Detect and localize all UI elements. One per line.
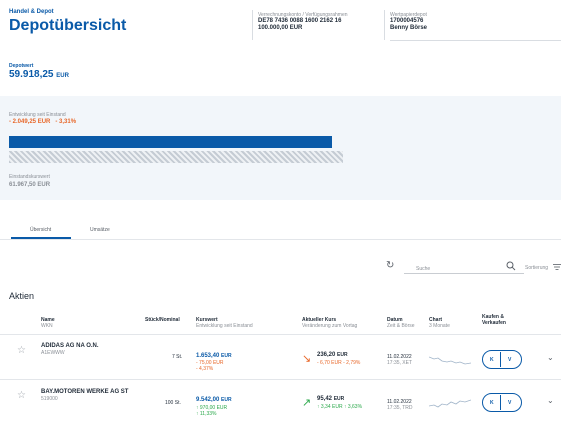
depot-number: 1700004576 bbox=[390, 18, 424, 24]
account-iban: DE78 7436 0088 1600 2162 16 bbox=[258, 18, 342, 24]
kurswert-currency: EUR bbox=[221, 353, 232, 359]
stock-wkn: 519000 bbox=[41, 396, 58, 402]
col-kurs: Aktueller Kurs Veränderung zum Vortag bbox=[302, 317, 357, 329]
kurs-currency: EUR bbox=[333, 396, 345, 402]
stock-wkn: A1EWWW bbox=[41, 350, 65, 356]
table-row[interactable]: ☆ ADIDAS AG NA O.N. A1EWWW 7 St. 1.653,4… bbox=[0, 335, 561, 379]
kurs-change: ↑ 3,34 EUR ↑ 3,63% bbox=[317, 404, 363, 410]
tab-uebersicht[interactable]: Übersicht bbox=[30, 227, 51, 233]
col-datum: Datum Zeit & Börse bbox=[387, 317, 415, 329]
account-amount: 100.000,00 EUR bbox=[258, 25, 303, 31]
stock-name[interactable]: BAY.MOTOREN WERKE AG ST bbox=[41, 389, 128, 396]
trade-divider bbox=[500, 395, 501, 410]
depot-info: Wertpapierdepot 1700004576 Benny Börse bbox=[390, 12, 427, 32]
search-input[interactable]: Suche bbox=[416, 266, 430, 272]
trend-up-icon: ↗ bbox=[302, 397, 312, 409]
entwicklung-abs: - 2.049,25 EUR bbox=[9, 119, 51, 125]
trend-down-icon: ↘ bbox=[302, 353, 312, 365]
col-verkaufen-title: Verkaufen bbox=[482, 320, 506, 326]
col-name-sub: WKN bbox=[41, 323, 53, 329]
header-kicker: Handel & Depot bbox=[9, 9, 54, 15]
depot-owner: Benny Börse bbox=[390, 25, 428, 31]
header-underline bbox=[390, 40, 561, 41]
chevron-down-icon[interactable]: ⌄ bbox=[547, 353, 554, 362]
kurs-amount: 236,20 bbox=[317, 352, 336, 358]
kurs-value: 95,42 EUR bbox=[317, 396, 344, 403]
sparkline-chart[interactable] bbox=[429, 397, 471, 409]
depotwert-value: 59.918,25 EUR bbox=[9, 69, 69, 80]
col-kurswert: Kurswert Entwicklung seit Einstand bbox=[196, 317, 253, 329]
table-row[interactable]: ☆ BAY.MOTOREN WERKE AG ST 519000 100 St.… bbox=[0, 380, 561, 421]
current-value-bar bbox=[9, 136, 332, 148]
einstand-value-bar bbox=[9, 151, 343, 163]
entwicklung-value: - 2.049,25 EUR - 3,31% bbox=[9, 119, 76, 126]
account-info: Verrechnungskonto / Verfügungsrahmen DE7… bbox=[258, 12, 348, 32]
kurs-change: - 6,70 EUR - 2,79% bbox=[317, 360, 361, 366]
active-tab-indicator bbox=[11, 237, 71, 239]
entwicklung-pct: - 3,31% bbox=[55, 119, 77, 125]
col-name: Name WKN bbox=[41, 317, 55, 329]
buy-button[interactable]: K bbox=[490, 400, 494, 406]
sort-icon[interactable] bbox=[553, 263, 561, 271]
zeit-boerse: 17:35, XET bbox=[387, 360, 413, 366]
refresh-icon[interactable]: ↻ bbox=[386, 260, 394, 271]
entwicklung-label: Entwicklung seit Einstand bbox=[9, 112, 66, 118]
stock-quantity: 100 St. bbox=[165, 400, 181, 406]
col-chart-sub: 3 Monate bbox=[429, 323, 450, 329]
col-stueck-title: Stück/Nominal bbox=[145, 317, 180, 323]
col-chart: Chart 3 Monate bbox=[429, 317, 450, 329]
section-title: Aktien bbox=[9, 291, 35, 301]
search-field[interactable]: Suche bbox=[404, 256, 524, 274]
einstand-value: 61.967,50 EUR bbox=[9, 182, 51, 188]
col-kurswert-sub: Entwicklung seit Einstand bbox=[196, 323, 253, 329]
tab-divider bbox=[0, 239, 561, 240]
kurs-value: 236,20 EUR bbox=[317, 352, 348, 359]
performance-panel bbox=[0, 96, 561, 200]
header-divider bbox=[384, 10, 385, 40]
depotwert-currency: EUR bbox=[56, 73, 69, 79]
depotwert-amount: 59.918,25 bbox=[9, 69, 54, 80]
kurswert-value: 9.542,00 EUR bbox=[196, 397, 232, 404]
stock-quantity: 7 St. bbox=[172, 354, 183, 360]
col-datum-sub: Zeit & Börse bbox=[387, 323, 415, 329]
kurswert-currency: EUR bbox=[221, 397, 232, 403]
trade-button-group bbox=[482, 393, 522, 412]
buy-button[interactable]: K bbox=[490, 357, 494, 363]
kurswert-amount: 1.653,40 bbox=[196, 353, 220, 359]
kurs-amount: 95,42 bbox=[317, 396, 333, 402]
sort-label[interactable]: Sortierung bbox=[525, 265, 548, 271]
chevron-down-icon[interactable]: ⌄ bbox=[547, 396, 554, 405]
kurswert-change-pct: ↑ 11,33% bbox=[196, 411, 217, 417]
sell-button[interactable]: V bbox=[508, 357, 511, 363]
kurswert-value: 1.653,40 EUR bbox=[196, 353, 232, 360]
trade-divider bbox=[500, 352, 501, 367]
page-title: Depotübersicht bbox=[9, 17, 127, 34]
star-icon[interactable]: ☆ bbox=[17, 390, 26, 401]
einstand-label: Einstandskurswert bbox=[9, 174, 50, 180]
stock-name[interactable]: ADIDAS AG NA O.N. bbox=[41, 343, 99, 350]
kurswert-amount: 9.542,00 bbox=[196, 397, 220, 403]
col-kurs-sub: Veränderung zum Vortag bbox=[302, 323, 358, 329]
kurs-currency: EUR bbox=[337, 352, 348, 358]
zeit-boerse: 17:35, TRD bbox=[387, 405, 413, 411]
sparkline-chart[interactable] bbox=[429, 354, 471, 366]
search-icon[interactable] bbox=[506, 261, 516, 271]
tab-umsaetze[interactable]: Umsätze bbox=[90, 227, 110, 233]
trade-button-group bbox=[482, 350, 522, 369]
col-kaufen: Kaufen & Verkaufen bbox=[482, 314, 506, 326]
header-divider bbox=[252, 10, 253, 40]
sell-button[interactable]: V bbox=[508, 400, 511, 406]
kurswert-change-pct: - 4,37% bbox=[196, 366, 214, 372]
star-icon[interactable]: ☆ bbox=[17, 345, 26, 356]
col-stueck: Stück/Nominal bbox=[145, 317, 180, 323]
